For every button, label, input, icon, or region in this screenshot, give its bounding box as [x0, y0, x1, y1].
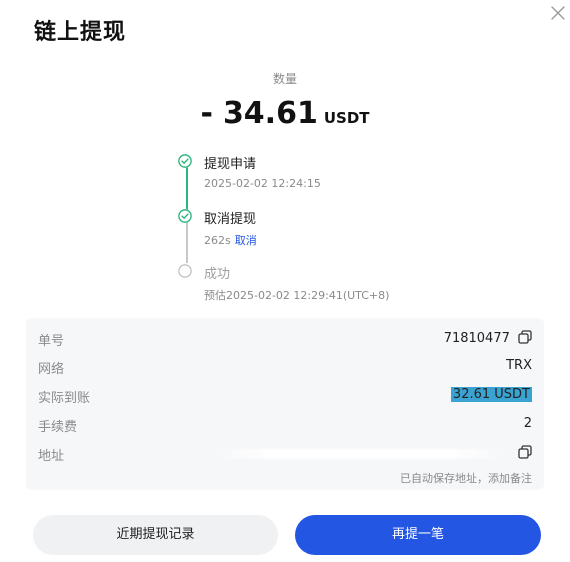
copy-icon[interactable] [518, 445, 532, 459]
dialog-title: 链上提现 [34, 20, 127, 45]
amount-label: 数量 [272, 72, 297, 86]
withdraw-again-button[interactable]: 再提一笔 [295, 515, 541, 555]
order-value-wrap: 71810477 [444, 330, 532, 346]
check-circle-icon [178, 209, 192, 223]
timeline-line-done [186, 164, 188, 212]
order-row: 单号 71810477 [38, 330, 532, 350]
amount-display: -34.61 USDT [0, 96, 570, 131]
fee-value: 2 [523, 416, 532, 431]
address-note-link[interactable]: 已自动保存地址，添加备注 [400, 470, 532, 486]
pending-circle-icon [178, 264, 192, 278]
details-panel: 单号 71810477 网络 TRX 实际到账 32.61 USDT 手续费 2… [26, 318, 544, 490]
step-countdown: 262s 取消 [204, 232, 257, 248]
fee-row: 手续费 2 [38, 416, 532, 436]
amount-sign: - [200, 96, 213, 131]
order-value: 71810477 [443, 331, 510, 346]
step-label: 取消提现 [204, 212, 257, 227]
close-icon[interactable] [549, 4, 567, 22]
countdown-value: 262s [204, 234, 231, 247]
cancel-link[interactable]: 取消 [235, 234, 257, 247]
network-label: 网络 [38, 362, 65, 377]
address-label: 地址 [38, 449, 65, 464]
timeline-line-pending [186, 219, 188, 263]
address-row: 地址 [38, 445, 532, 465]
copy-icon[interactable] [518, 330, 532, 344]
amount-value: 34.61 [222, 96, 318, 131]
network-row: 网络 TRX [38, 358, 532, 378]
received-value: 32.61 USDT [450, 387, 532, 402]
received-row: 实际到账 32.61 USDT [38, 387, 532, 407]
step-label: 成功 [204, 267, 231, 282]
recent-withdrawals-button[interactable]: 近期提现记录 [33, 515, 278, 555]
progress-timeline: 提现申请 2025-02-02 12:24:15 取消提现 262s 取消 成功 … [176, 150, 436, 305]
step-estimate: 预估2025-02-02 12:29:41(UTC+8) [204, 289, 390, 302]
amount-unit: USDT [323, 109, 370, 127]
received-label: 实际到账 [38, 391, 91, 406]
check-circle-icon [178, 154, 192, 168]
address-copy-wrap [514, 445, 532, 461]
order-label: 单号 [38, 334, 65, 349]
step-time: 2025-02-02 12:24:15 [204, 177, 321, 190]
fee-label: 手续费 [38, 420, 78, 435]
withdraw-dialog: 链上提现 数量 -34.61 USDT 提现申请 2025-02-02 12:24… [0, 0, 570, 562]
step-label: 提现申请 [204, 157, 257, 172]
network-value: TRX [506, 358, 532, 373]
address-value-redacted [210, 449, 510, 459]
